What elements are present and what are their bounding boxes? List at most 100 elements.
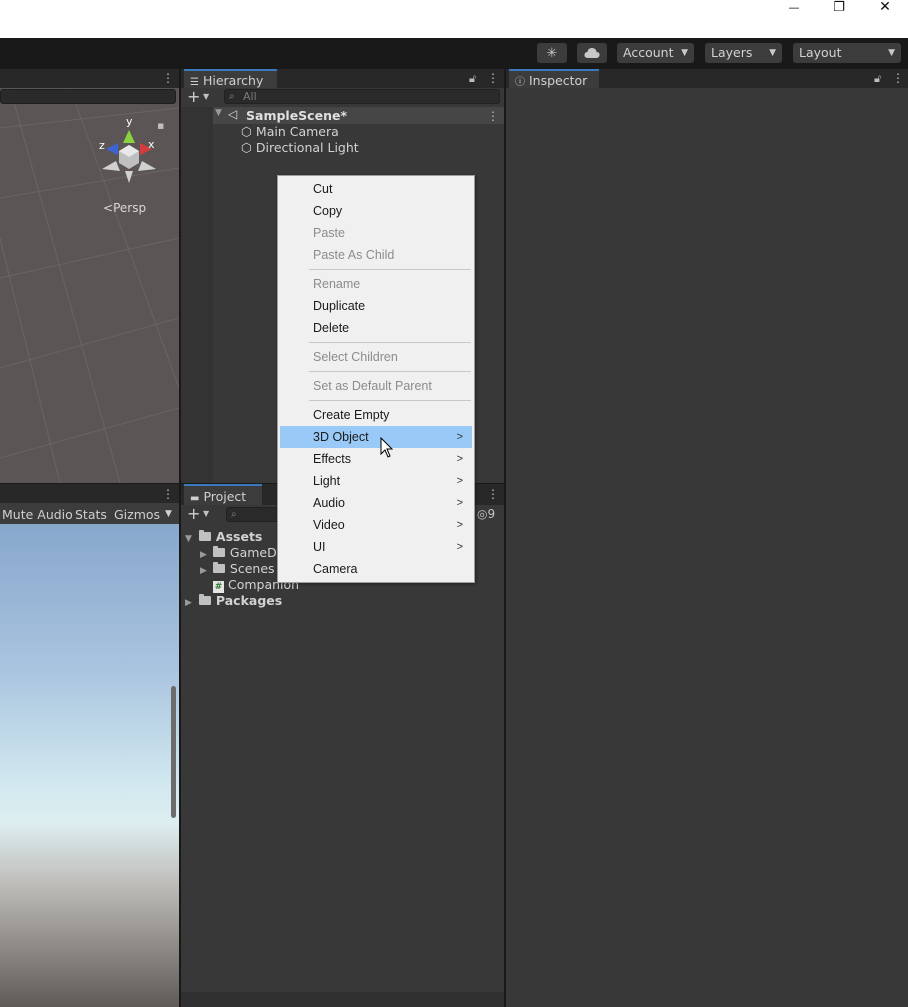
hidden-packages-toggle[interactable]: ◎9	[477, 507, 495, 521]
menu-item-3d-object[interactable]: 3D Object >	[280, 426, 472, 448]
game-view[interactable]	[0, 524, 179, 1007]
lock-icon[interactable]: 🔓︎	[469, 72, 476, 86]
gizmos-button[interactable]: Gizmos	[114, 506, 160, 523]
menu-separator	[309, 269, 471, 270]
hierarchy-tab-bar: ☰ Hierarchy 🔓︎ ⋮	[181, 69, 504, 88]
gameobject-cube-icon: ⬡	[241, 124, 252, 139]
game-toolbar: Mute Audio Stats Gizmos ▼	[0, 503, 179, 524]
folder-icon	[212, 546, 225, 557]
close-window-button[interactable]: ✕	[862, 0, 908, 15]
kebab-menu-icon[interactable]: ⋮	[892, 72, 904, 84]
menu-item-camera[interactable]: Camera	[280, 558, 472, 580]
layout-dropdown[interactable]: Layout ▼	[793, 43, 901, 63]
caret-down-icon: ▼	[769, 48, 776, 58]
layers-dropdown[interactable]: Layers ▼	[705, 43, 782, 63]
folder-icon: ▬	[190, 493, 200, 504]
submenu-arrow-icon: >	[456, 497, 463, 509]
gameobject-cube-icon: ⬡	[241, 140, 252, 155]
mute-audio-button[interactable]: Mute Audio	[2, 506, 73, 523]
hierarchy-gutter	[181, 107, 213, 483]
add-icon[interactable]: +	[187, 505, 200, 523]
context-menu: Cut Copy Paste Paste As Child Rename Dup…	[277, 175, 475, 583]
folder-icon	[198, 594, 211, 605]
menu-item-create-empty[interactable]: Create Empty	[280, 404, 472, 426]
menu-item-cut[interactable]: Cut	[280, 178, 472, 200]
search-icon: ⌕	[229, 91, 235, 102]
scene-name: SampleScene*	[246, 108, 347, 123]
persp-label[interactable]: <Persp	[103, 201, 146, 215]
project-status-bar	[181, 992, 504, 1007]
tab-project[interactable]: ▬ Project	[184, 484, 262, 505]
menu-item-audio[interactable]: Audio >	[280, 492, 472, 514]
folder-icon	[212, 562, 225, 573]
expand-arrow-icon[interactable]: ▼	[215, 108, 222, 118]
menu-item-duplicate[interactable]: Duplicate	[280, 295, 472, 317]
add-icon[interactable]: +	[187, 88, 200, 106]
gizmo-x-label: x	[148, 138, 155, 151]
gizmos-caret-icon[interactable]: ▼	[165, 506, 172, 523]
game-scrollbar[interactable]	[171, 686, 176, 818]
lock-icon[interactable]: ▪	[157, 119, 164, 132]
hierarchy-item-main-camera[interactable]: ⬡ Main Camera	[241, 124, 339, 140]
menu-item-effects[interactable]: Effects >	[280, 448, 472, 470]
kebab-menu-icon[interactable]: ⋮	[487, 488, 499, 500]
csharp-script-icon: #	[213, 581, 224, 593]
gizmo-y-label: y	[126, 115, 133, 128]
menu-item-set-default-parent[interactable]: Set as Default Parent	[280, 375, 472, 397]
search-placeholder: All	[243, 90, 257, 103]
collab-button[interactable]	[577, 43, 607, 63]
services-icon: ✳	[546, 45, 558, 61]
tab-hierarchy[interactable]: ☰ Hierarchy	[184, 69, 277, 88]
submenu-arrow-icon: >	[456, 541, 463, 553]
persp-arrow-icon: <	[103, 201, 114, 215]
caret-down-icon[interactable]: ▼	[203, 509, 209, 518]
caret-down-icon[interactable]: ▼	[203, 92, 209, 101]
stats-button[interactable]: Stats	[75, 506, 107, 523]
expand-arrow-icon: ▶	[200, 550, 207, 560]
menu-item-select-children[interactable]: Select Children	[280, 346, 472, 368]
layers-label: Layers	[711, 45, 753, 60]
hierarchy-search-input[interactable]: ⌕ All	[224, 89, 500, 104]
kebab-menu-icon[interactable]: ⋮	[162, 488, 174, 500]
services-button[interactable]: ✳	[537, 43, 567, 63]
hierarchy-item-directional-light[interactable]: ⬡ Directional Light	[241, 140, 359, 156]
menu-item-video[interactable]: Video >	[280, 514, 472, 536]
minimize-icon: —	[788, 0, 800, 14]
menu-separator	[309, 400, 471, 401]
minimize-button[interactable]: —	[771, 0, 817, 14]
kebab-menu-icon[interactable]: ⋮	[162, 72, 174, 84]
inspector-panel	[506, 69, 908, 1007]
scene-row[interactable]: ▼ ◁ SampleScene* ⋮	[213, 107, 504, 124]
menu-item-paste[interactable]: Paste	[280, 222, 472, 244]
main-toolbar: ✳ Account ▼ Layers ▼ Layout ▼	[0, 38, 908, 69]
expand-arrow-icon: ▼	[185, 534, 192, 544]
scene-tab-bar: ⋮	[0, 69, 179, 88]
menu-item-paste-as-child[interactable]: Paste As Child	[280, 244, 472, 266]
menu-separator	[309, 342, 471, 343]
menu-item-rename[interactable]: Rename	[280, 273, 472, 295]
restore-icon: ❐	[833, 0, 845, 15]
lock-icon[interactable]: 🔓︎	[874, 72, 881, 86]
menu-item-copy[interactable]: Copy	[280, 200, 472, 222]
layout-label: Layout	[799, 45, 842, 60]
eye-slash-icon: ◎	[477, 507, 488, 521]
account-dropdown[interactable]: Account ▼	[617, 43, 694, 63]
orientation-gizmo[interactable]: y x z	[96, 113, 162, 185]
menu-separator	[309, 371, 471, 372]
inspector-tab-bar: ⓘ Inspector 🔓︎ ⋮	[506, 69, 908, 88]
submenu-arrow-icon: >	[456, 475, 463, 487]
menu-item-light[interactable]: Light >	[280, 470, 472, 492]
restore-button[interactable]: ❐	[816, 0, 862, 15]
menu-item-delete[interactable]: Delete	[280, 317, 472, 339]
menu-item-ui[interactable]: UI >	[280, 536, 472, 558]
folder-open-icon	[198, 530, 211, 541]
scene-view[interactable]: y x z ▪ <Persp	[0, 88, 179, 483]
scene-search-input[interactable]	[0, 89, 176, 104]
tab-inspector[interactable]: ⓘ Inspector	[509, 69, 599, 88]
game-tab-bar: ⋮	[0, 484, 179, 503]
packages-folder-row[interactable]: ▶ Packages	[185, 593, 282, 611]
submenu-arrow-icon: >	[456, 519, 463, 531]
kebab-menu-icon[interactable]: ⋮	[487, 110, 499, 122]
unity-scene-icon: ◁	[228, 107, 238, 121]
kebab-menu-icon[interactable]: ⋮	[487, 72, 499, 84]
